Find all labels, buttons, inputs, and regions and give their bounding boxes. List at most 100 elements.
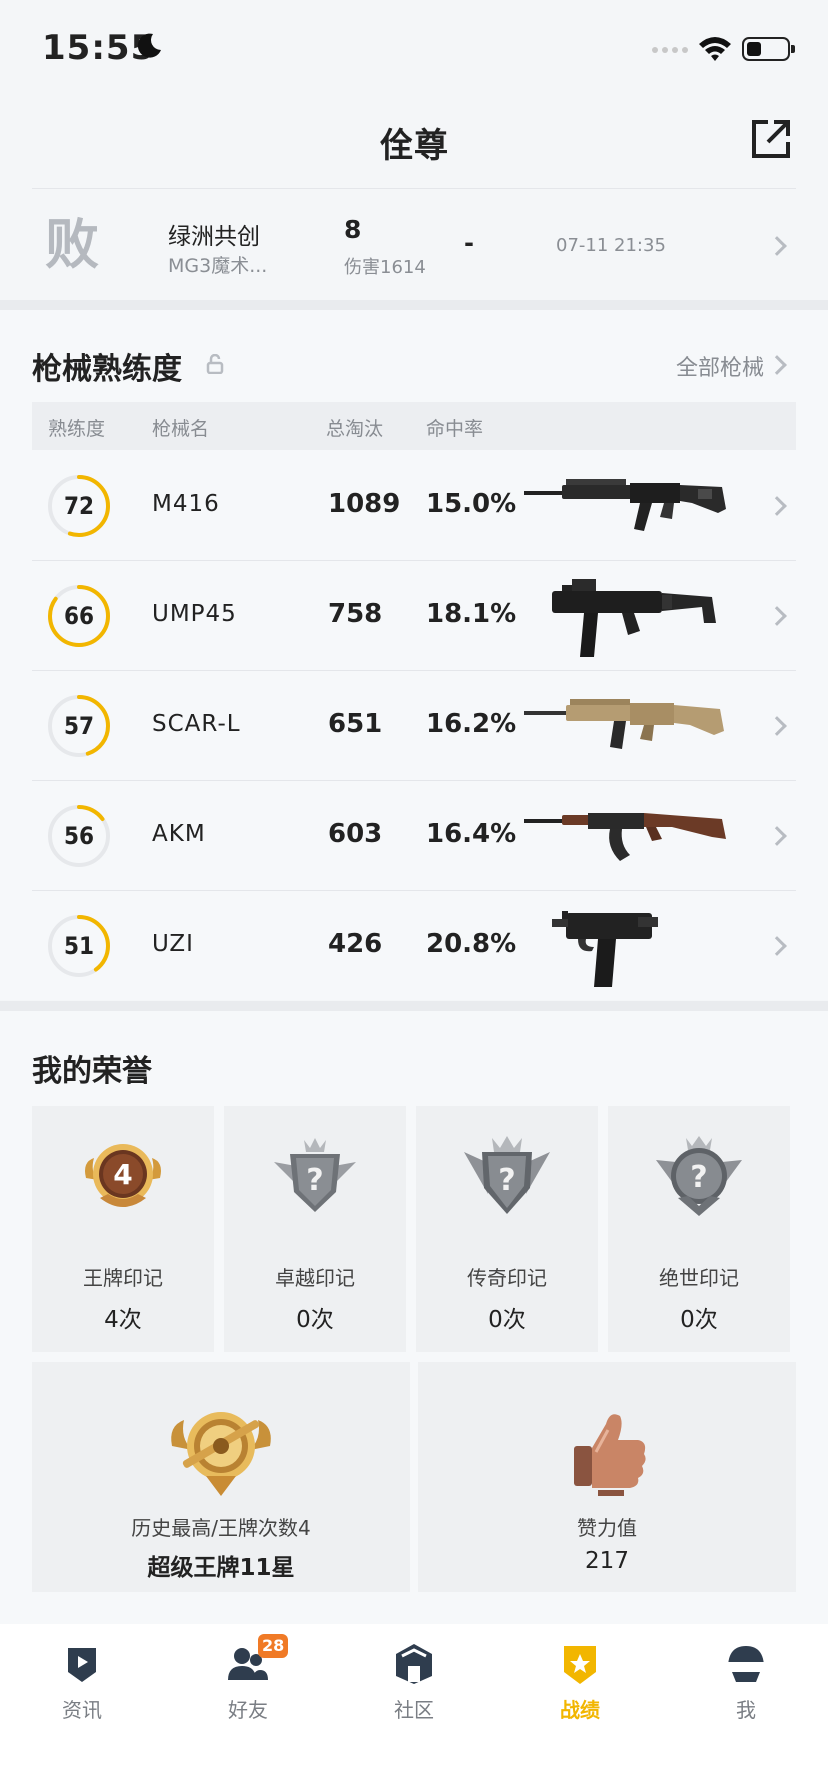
bottom-tab-bar: 资讯 28 好友 社区 战绩 我 (0, 1624, 828, 1792)
proficiency-table-header: 熟练度 枪械名 总淘汰 命中率 (32, 402, 796, 450)
status-bar: 15:55 (0, 0, 828, 96)
tab-label: 资讯 (62, 1698, 102, 1722)
weapon-hit-rate: 16.4% (426, 819, 517, 849)
ace-mark-emblem: 4 (85, 1144, 161, 1207)
friends-count-badge: 28 (258, 1634, 289, 1658)
battery-icon (742, 37, 795, 61)
match-result-badge: 败 (42, 215, 102, 275)
match-map-name: 绿洲共创 (168, 224, 260, 250)
honors-title: 我的荣誉 (32, 1054, 152, 1089)
match-date: 07-11 21:35 (556, 235, 666, 256)
honor-count: 0次 (680, 1307, 718, 1333)
lock-icon (206, 354, 224, 374)
weapon-eliminations: 651 (328, 709, 383, 739)
recent-match-card[interactable]: 败 绿洲共创 MG3魔术... 8 伤害1614 - 07-11 21:35 (32, 188, 796, 298)
honor-count: 4次 (104, 1307, 142, 1333)
weapon-row[interactable]: 57 SCAR-L 651 16.2% (32, 671, 796, 781)
honor-legend-mark[interactable]: ? 传奇印记 0次 (416, 1106, 598, 1352)
honor-peerless-mark[interactable]: ? 绝世印记 0次 (608, 1106, 790, 1352)
weapon-eliminations: 426 (328, 929, 383, 959)
community-icon (396, 1644, 432, 1684)
svg-text:?: ? (306, 1163, 323, 1198)
header: 佺尊 (0, 96, 828, 188)
peerless-mark-emblem: ? (656, 1136, 742, 1216)
chevron-right-icon (767, 606, 787, 626)
weapon-eliminations: 603 (328, 819, 383, 849)
header-hit-rate: 命中率 (426, 418, 484, 440)
excellence-mark-emblem: ? (274, 1138, 356, 1212)
highest-rank-tile[interactable]: 历史最高/王牌次数4 超级王牌11星 (32, 1362, 410, 1592)
match-placement: - (464, 229, 474, 257)
tab-label: 社区 (394, 1698, 434, 1722)
match-kills: 8 (344, 215, 362, 244)
weapon-name: SCAR-L (152, 711, 241, 737)
weapon-level: 57 (63, 712, 95, 740)
svg-text:4: 4 (113, 1158, 132, 1191)
honor-label: 传奇印记 (467, 1266, 547, 1290)
honor-count: 0次 (296, 1307, 334, 1333)
honor-ace-mark[interactable]: 4 王牌印记 4次 (32, 1106, 214, 1352)
profile-icon (728, 1646, 764, 1682)
weapon-row[interactable]: 56 AKM 603 16.4% (32, 781, 796, 891)
svg-text:?: ? (498, 1163, 515, 1198)
uzi-image (552, 911, 658, 987)
signal-icon (652, 47, 688, 53)
all-weapons-link[interactable]: 全部枪械 (676, 350, 764, 382)
weapon-row[interactable]: 72 M416 1089 15.0% (32, 451, 796, 561)
honor-count: 0次 (488, 1307, 526, 1333)
weapon-eliminations: 1089 (328, 489, 401, 519)
honor-label: 卓越印记 (275, 1266, 355, 1290)
tab-label: 我 (736, 1698, 756, 1722)
share-icon[interactable] (750, 118, 792, 160)
section-divider (0, 300, 828, 310)
weapon-hit-rate: 16.2% (426, 709, 517, 739)
chevron-right-icon (767, 936, 787, 956)
weapon-hit-rate: 18.1% (426, 599, 517, 629)
honor-excellence-mark[interactable]: ? 卓越印记 0次 (224, 1106, 406, 1352)
tab-community[interactable]: 社区 (364, 1642, 464, 1732)
news-icon (68, 1648, 96, 1682)
tab-stats[interactable]: 战绩 (530, 1642, 630, 1732)
highest-rank-label: 历史最高/王牌次数4 (131, 1516, 311, 1540)
weapon-name: UMP45 (152, 601, 237, 627)
weapon-row[interactable]: 51 UZI 426 20.8% (32, 891, 796, 1001)
proficiency-title: 枪械熟练度 (32, 352, 182, 387)
akm-image (524, 813, 726, 861)
tab-label: 好友 (228, 1698, 268, 1722)
chevron-right-icon (767, 826, 787, 846)
thumbs-up-icon (574, 1414, 646, 1496)
highest-rank-value: 超级王牌11星 (147, 1555, 295, 1581)
ump45-image (552, 579, 716, 657)
match-damage: 伤害1614 (344, 257, 426, 278)
weapon-level: 72 (63, 492, 95, 520)
scar-l-image (524, 699, 724, 749)
weapon-level: 66 (63, 602, 95, 630)
likes-label: 赞力值 (577, 1516, 637, 1540)
likes-tile[interactable]: 赞力值 217 (418, 1362, 796, 1592)
weapon-hit-rate: 15.0% (426, 489, 517, 519)
m416-image (524, 479, 726, 531)
tab-profile[interactable]: 我 (696, 1642, 796, 1732)
weapon-name: AKM (152, 821, 206, 847)
weapon-name: UZI (152, 931, 194, 957)
header-name: 枪械名 (152, 418, 210, 440)
weapon-hit-rate: 20.8% (426, 929, 517, 959)
header-level: 熟练度 (48, 418, 106, 440)
page-title: 佺尊 (380, 126, 448, 166)
tab-news[interactable]: 资讯 (32, 1642, 132, 1732)
weapon-name: M416 (152, 491, 220, 517)
svg-text:?: ? (690, 1160, 707, 1195)
legend-mark-emblem: ? (464, 1136, 550, 1214)
honor-label: 王牌印记 (83, 1266, 163, 1290)
ace-rank-emblem (171, 1412, 271, 1496)
section-divider (0, 1001, 828, 1011)
moon-icon (137, 33, 161, 58)
tab-label: 战绩 (560, 1698, 600, 1722)
tab-friends[interactable]: 28 好友 (198, 1634, 298, 1732)
weapon-level: 56 (63, 822, 95, 850)
match-mode: MG3魔术... (168, 255, 268, 277)
chevron-right-icon (767, 716, 787, 736)
honor-label: 绝世印记 (659, 1266, 739, 1290)
header-eliminations: 总淘汰 (326, 418, 384, 440)
weapon-row[interactable]: 66 UMP45 758 18.1% (32, 561, 796, 671)
